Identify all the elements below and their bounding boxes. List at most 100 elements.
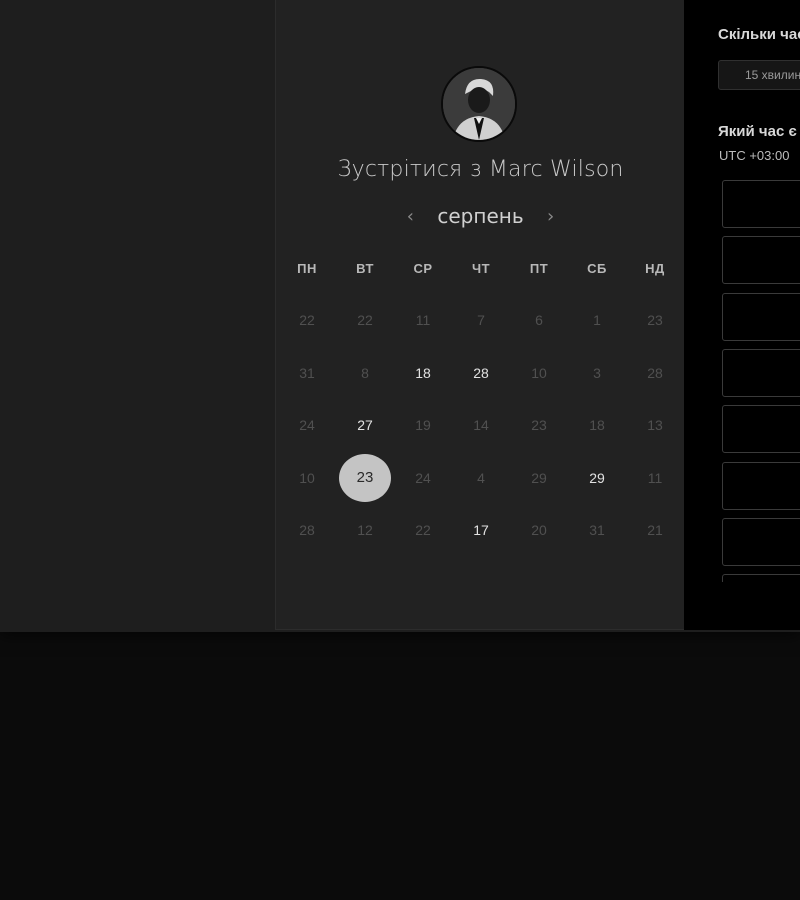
calendar-day-selected[interactable]: 23 [336, 452, 394, 505]
calendar-day-number: 20 [531, 522, 547, 539]
calendar-day-number: 3 [593, 364, 601, 381]
time-slot-button[interactable] [722, 574, 800, 582]
time-slot-button[interactable] [722, 180, 800, 228]
chevron-left-icon[interactable]: ‹ [403, 206, 417, 227]
time-slot-button[interactable] [722, 348, 800, 397]
calendar-day: 19 [394, 399, 452, 452]
calendar-day-number: 13 [647, 417, 663, 434]
calendar-day-number: 1 [593, 312, 601, 329]
calendar-days-grid: 22 22 11 7 6 1 23 31 8 18 28 10 3 28 24 27 19 14 23 18 13 10 2… [278, 294, 684, 557]
calendar-day-number: 22 [357, 312, 373, 329]
time-slot-list [722, 180, 800, 582]
calendar-day: 24 [278, 399, 336, 452]
time-slot-button[interactable] [722, 461, 800, 510]
calendar-day: 14 [452, 399, 510, 452]
calendar-day: 11 [394, 294, 452, 347]
calendar-day-number: 6 [535, 312, 543, 329]
calendar-day-number: 4 [477, 469, 485, 486]
calendar-day: 21 [626, 504, 684, 557]
calendar-day: 6 [510, 294, 568, 347]
calendar-day-number: 14 [473, 417, 489, 434]
calendar-day: 22 [394, 504, 452, 557]
time-selection-panel: Скільки часу вам потрібно? 15 хвилин Яки… [684, 0, 800, 630]
calendar-day: 22 [336, 294, 394, 347]
calendar-day: 20 [510, 504, 568, 557]
chevron-right-icon[interactable]: › [544, 206, 558, 227]
calendar-day[interactable]: 29 [568, 452, 626, 505]
calendar-day: 18 [568, 399, 626, 452]
calendar-day[interactable]: 17 [452, 504, 510, 557]
calendar-day: 3 [568, 347, 626, 400]
calendar-day-number: 29 [531, 469, 547, 486]
weekday-label: ПН [297, 261, 317, 276]
duration-select[interactable]: 15 хвилин [718, 60, 800, 90]
person-photo-icon [443, 68, 515, 140]
calendar-day: 22 [278, 294, 336, 347]
calendar-day-number: 21 [647, 522, 663, 539]
calendar-day[interactable]: 27 [336, 399, 394, 452]
calendar-day: 7 [452, 294, 510, 347]
time-slot-button[interactable] [722, 236, 800, 285]
time-question: Який час є найкращим? [718, 123, 800, 140]
calendar-day-number: 18 [589, 417, 605, 434]
weekday-label: ПТ [529, 261, 549, 276]
host-avatar [441, 66, 517, 142]
calendar-day-number: 22 [299, 312, 315, 329]
calendar-day: 10 [278, 452, 336, 505]
calendar-day-number: 23 [339, 453, 391, 502]
calendar-day-number: 19 [415, 417, 431, 434]
calendar-day: 28 [278, 504, 336, 557]
calendar-day-number: 12 [357, 522, 373, 539]
calendar-day-number: 17 [473, 522, 489, 539]
calendar-day[interactable]: 28 [452, 347, 510, 400]
calendar-day-number: 22 [415, 522, 431, 539]
timezone-label: UTC +03:00 [719, 148, 790, 163]
calendar-day: 23 [510, 399, 568, 452]
calendar-day-number: 7 [477, 312, 485, 329]
calendar-day[interactable]: 18 [394, 347, 452, 400]
calendar-day-number: 23 [647, 312, 663, 329]
calendar-day: 23 [626, 294, 684, 347]
booking-card: Зустрітися з Marc Wilson ‹ серпень › ПН … [275, 0, 684, 630]
calendar-day-number: 11 [415, 312, 431, 329]
calendar-day: 24 [394, 452, 452, 505]
calendar-day-number: 11 [647, 469, 663, 486]
calendar-day-number: 28 [299, 522, 315, 539]
weekday-label: ЧТ [471, 261, 491, 276]
calendar-day-number: 8 [361, 364, 369, 381]
calendar-day: 1 [568, 294, 626, 347]
weekday-label: СР [413, 261, 433, 276]
weekday-label: НД [645, 261, 665, 276]
month-label: серпень [437, 204, 524, 228]
weekday-label: СБ [587, 261, 607, 276]
calendar-day-number: 18 [415, 364, 431, 381]
weekday-label: ВТ [356, 261, 374, 276]
calendar-day-number: 24 [299, 417, 315, 434]
calendar-day: 29 [510, 452, 568, 505]
calendar-day: 13 [626, 399, 684, 452]
time-slot-button[interactable] [722, 517, 800, 566]
calendar-day: 11 [626, 452, 684, 505]
time-slot-button[interactable] [722, 292, 800, 341]
calendar-day-number: 10 [531, 364, 547, 381]
calendar-day: 31 [568, 504, 626, 557]
calendar-day: 12 [336, 504, 394, 557]
calendar-day-number: 28 [473, 364, 489, 381]
calendar-day: 31 [278, 347, 336, 400]
calendar-day-number: 28 [647, 364, 663, 381]
calendar-day: 4 [452, 452, 510, 505]
time-slot-button[interactable] [722, 405, 800, 454]
calendar-day: 28 [626, 347, 684, 400]
month-navigation: ‹ серпень › [276, 202, 685, 230]
calendar-day: 8 [336, 347, 394, 400]
calendar-day-number: 23 [531, 417, 547, 434]
calendar-day-number: 29 [589, 469, 605, 486]
calendar-day-number: 27 [357, 417, 373, 434]
calendar-day-number: 24 [415, 469, 431, 486]
calendar-day-number: 31 [299, 364, 315, 381]
calendar-day-number: 31 [589, 522, 605, 539]
host-title: Зустрітися з Marc Wilson [337, 157, 624, 182]
duration-value: 15 хвилин [745, 68, 800, 82]
calendar-day-number: 10 [299, 469, 315, 486]
duration-question: Скільки часу вам потрібно? [718, 26, 800, 43]
